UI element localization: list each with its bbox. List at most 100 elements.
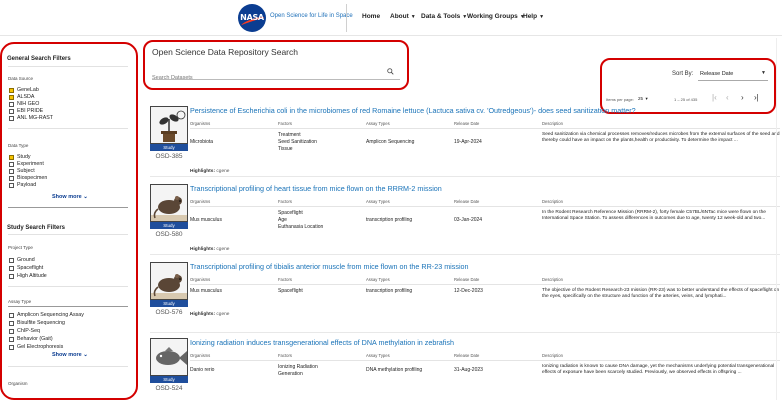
fish-icon[interactable] <box>150 338 188 376</box>
filter-genelab[interactable]: GeneLab <box>9 87 39 93</box>
nav-home[interactable]: Home <box>362 13 380 20</box>
divider <box>8 366 128 367</box>
nav-working-groups[interactable]: Working Groups ▼ <box>467 13 525 20</box>
factor: Treatment <box>278 132 301 138</box>
page-title: Open Science Data Repository Search <box>152 47 298 57</box>
filter-high-altitude[interactable]: High Altitude <box>9 273 47 279</box>
filter-chip-seq[interactable]: ChIP-Seq <box>9 328 40 334</box>
study-filters-title: Study Search Filters <box>7 225 66 231</box>
filter-label: Subject <box>17 168 35 174</box>
checkbox[interactable] <box>9 328 14 334</box>
factor: Generation <box>278 371 303 377</box>
site-title[interactable]: Open Science for Life in Space <box>270 13 353 19</box>
checkbox[interactable] <box>9 168 14 174</box>
filter-behavior-gait[interactable]: Behavior (Gait) <box>9 336 53 342</box>
mouse-icon[interactable] <box>150 184 188 222</box>
assay-type: DNA methylation profiling <box>366 367 423 373</box>
study-title-link[interactable]: Transcriptional profiling of tibialis an… <box>190 262 469 271</box>
nav-help[interactable]: Help ▼ <box>523 13 544 20</box>
release-date: 12-Dec-2023 <box>454 288 483 294</box>
checkbox[interactable] <box>9 273 14 279</box>
result-card: Study OSD-524 Ionizing radiation induces… <box>150 338 780 402</box>
next-page-icon[interactable]: › <box>741 93 744 102</box>
data-type-label: Data Type <box>8 143 29 148</box>
study-id[interactable]: OSD-524 <box>150 385 188 392</box>
section-divider <box>8 306 128 307</box>
divider <box>8 128 128 129</box>
highlight-value: cgene <box>216 247 230 252</box>
filter-bisulfite[interactable]: Bisulfite Sequencing <box>9 320 65 326</box>
page-scrollbar[interactable] <box>776 38 781 400</box>
study-id[interactable]: OSD-385 <box>150 153 188 160</box>
column-header: Description <box>542 353 563 358</box>
checkbox[interactable] <box>9 312 14 318</box>
filter-label: GeneLab <box>17 87 39 93</box>
plant-icon[interactable] <box>150 106 188 144</box>
items-per-page-label: Items per page: <box>606 97 634 102</box>
study-title-link[interactable]: Persistence of Escherichia coli in the m… <box>190 106 636 115</box>
nav-data-tools[interactable]: Data & Tools ▼ <box>421 13 467 20</box>
search-icon[interactable] <box>387 68 394 75</box>
column-header: Organisms <box>190 353 211 358</box>
general-filters-title: General Search Filters <box>7 56 71 62</box>
checkbox[interactable] <box>9 161 14 167</box>
checkbox[interactable] <box>9 175 14 181</box>
nasa-logo[interactable]: NASA <box>238 4 266 32</box>
filter-label: High Altitude <box>17 273 47 279</box>
study-title-link[interactable]: Ionizing radiation induces transgenerati… <box>190 338 454 347</box>
checkbox[interactable] <box>9 336 14 342</box>
filter-label: Study <box>17 154 31 160</box>
study-id[interactable]: OSD-580 <box>150 231 188 238</box>
filter-anl-mg-rast[interactable]: ANL MG-RAST <box>9 115 53 121</box>
filter-subject[interactable]: Subject <box>9 168 35 174</box>
filter-alsda[interactable]: ALSDA <box>9 94 34 100</box>
checkbox[interactable] <box>9 182 14 188</box>
checkbox[interactable] <box>9 265 14 271</box>
checkbox[interactable] <box>9 320 14 326</box>
show-more-data-type[interactable]: Show more ⌄ <box>52 194 88 200</box>
checkbox[interactable] <box>9 344 14 350</box>
filter-ground[interactable]: Ground <box>9 257 35 263</box>
filter-biospecimen[interactable]: Biospecimen <box>9 175 47 181</box>
caret-down-icon[interactable]: ▼ <box>761 70 766 76</box>
filter-experiment[interactable]: Experiment <box>9 161 44 167</box>
filter-nih-geo[interactable]: NIH GEO <box>9 101 39 107</box>
organism: Mus musculus <box>190 217 222 223</box>
checkbox-checked[interactable] <box>9 154 14 160</box>
filter-spaceflight[interactable]: Spaceflight <box>9 265 43 271</box>
filter-ebi-pride[interactable]: EBI PRIDE <box>9 108 43 114</box>
filter-gel-electrophoresis[interactable]: Gel Electrophoresis <box>9 344 63 350</box>
description: Seed sanitization via chemical processes… <box>542 132 780 144</box>
column-header: Factors <box>278 199 292 204</box>
highlight-value: cgene <box>216 312 230 317</box>
chevron-down-icon: ⌄ <box>83 352 88 358</box>
nav-about-label: About <box>390 13 409 20</box>
filter-label: Experiment <box>17 161 44 167</box>
filter-sidebar: General Search Filters Data Source GeneL… <box>0 42 138 400</box>
sort-select[interactable]: Release Date <box>700 71 733 77</box>
filter-payload[interactable]: Payload <box>9 182 36 188</box>
checkbox-checked[interactable] <box>9 87 14 93</box>
checkbox[interactable] <box>9 257 14 263</box>
checkbox-checked[interactable] <box>9 94 14 100</box>
highlights: Highlights: cgene <box>190 247 229 252</box>
first-page-icon[interactable]: |‹ <box>712 93 717 102</box>
nav-about[interactable]: About ▼ <box>390 13 416 20</box>
checkbox[interactable] <box>9 101 14 107</box>
checkbox[interactable] <box>9 115 14 121</box>
checkbox[interactable] <box>9 108 14 114</box>
search-box[interactable] <box>152 66 400 84</box>
filter-label: Payload <box>17 182 37 188</box>
filter-study[interactable]: Study <box>9 154 31 160</box>
items-per-page-select[interactable]: 25 ▾ <box>638 96 648 102</box>
mouse-icon[interactable] <box>150 262 188 300</box>
study-id[interactable]: OSD-576 <box>150 309 188 316</box>
last-page-icon[interactable]: ›| <box>754 93 759 102</box>
study-title-link[interactable]: Transcriptional profiling of heart tissu… <box>190 184 442 193</box>
filter-amplicon[interactable]: Amplicon Sequencing Assay <box>9 312 84 318</box>
result-card: Study OSD-580 Transcriptional profiling … <box>150 184 780 256</box>
prev-page-icon[interactable]: ‹ <box>726 93 729 102</box>
release-date: 03-Jan-2024 <box>454 217 483 223</box>
show-more-assay-type[interactable]: Show more ⌄ <box>52 352 88 358</box>
search-input[interactable] <box>152 72 372 84</box>
